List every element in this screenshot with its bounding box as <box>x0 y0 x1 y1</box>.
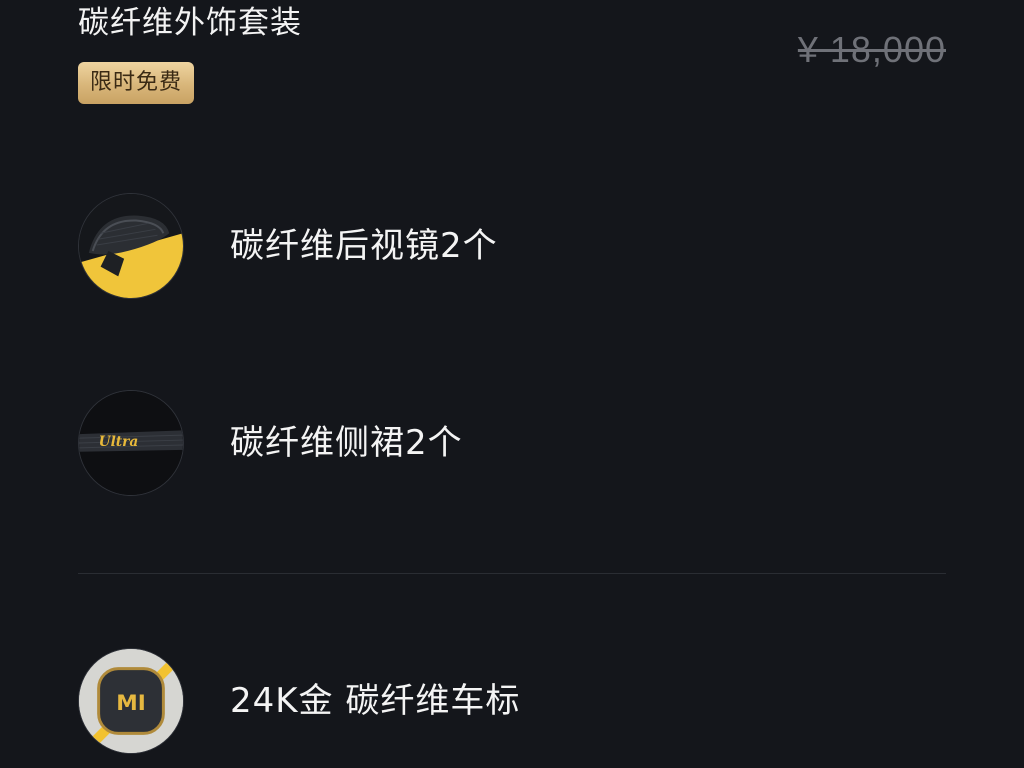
side-skirt-thumbnail-icon: Ultra <box>78 390 184 496</box>
section-divider <box>78 573 946 574</box>
mirror-thumbnail-icon <box>78 193 184 299</box>
free-badge: 限时免费 <box>78 62 195 104</box>
package-item-side-skirts: Ultra 碳纤维侧裙2个 <box>78 390 946 498</box>
package-title: 碳纤维外饰套装 <box>78 5 302 41</box>
original-price: ¥ 18,000 <box>797 29 946 70</box>
item-label-side-skirts: 碳纤维侧裙2个 <box>230 423 463 463</box>
exterior-package-page: 碳纤维外饰套装 限时免费 ¥ 18,000 碳纤维后视镜2个 Ultra 碳纤维… <box>0 0 1024 768</box>
package-item-emblem: MI 24K金 碳纤维车标 <box>78 648 946 756</box>
ultra-wordmark: Ultra <box>99 434 139 450</box>
logo-badge-thumbnail-icon: MI <box>78 648 184 754</box>
item-label-emblem: 24K金 碳纤维车标 <box>230 681 521 721</box>
package-item-mirrors: 碳纤维后视镜2个 <box>78 193 946 301</box>
item-label-mirrors: 碳纤维后视镜2个 <box>230 226 498 266</box>
mi-logo-text: MI <box>116 691 146 716</box>
